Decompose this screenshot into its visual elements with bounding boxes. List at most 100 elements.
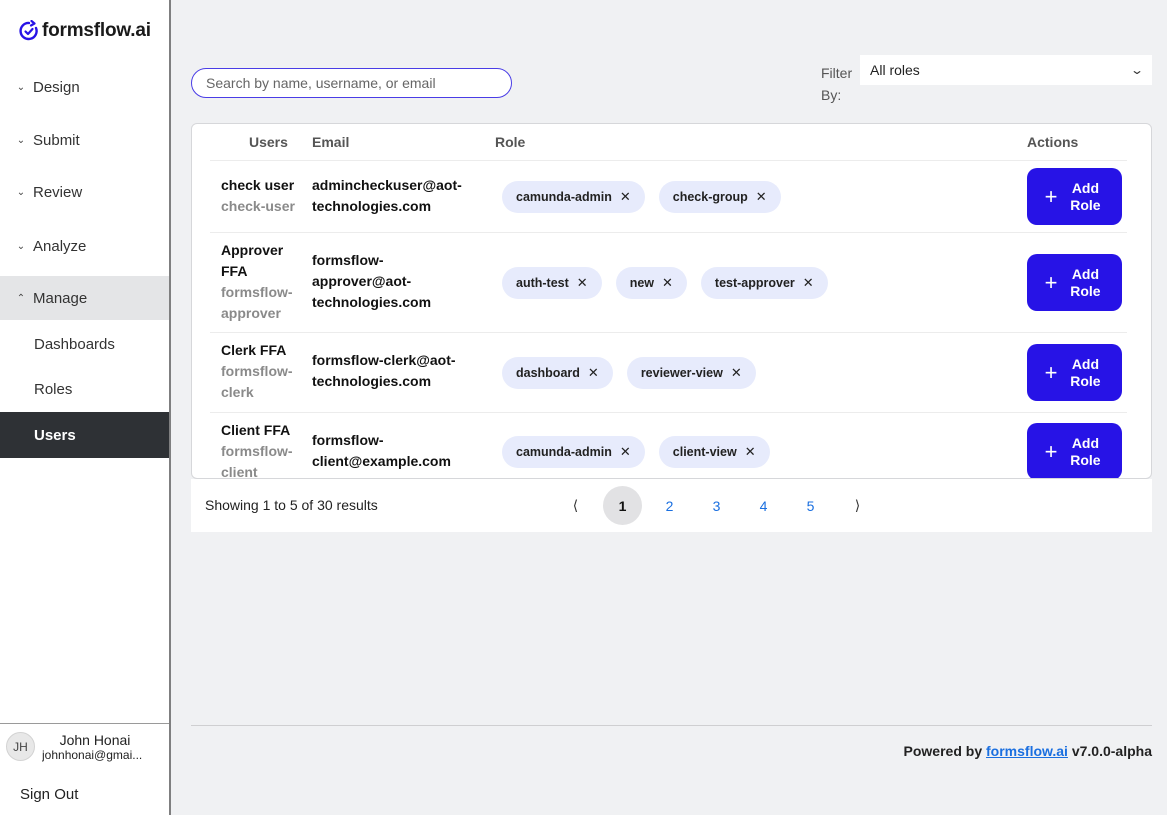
- plus-icon: +: [1044, 183, 1058, 209]
- add-role-label: Add Role: [1070, 355, 1101, 389]
- chevron-down-icon: ⌄: [1129, 63, 1145, 77]
- user-username: formsflow-approver: [221, 284, 293, 321]
- user-profile[interactable]: JH John Honai johnhonai@gmai...: [0, 723, 169, 769]
- user-display-name: check user: [221, 177, 295, 193]
- nav-item-design[interactable]: ⌄ Design: [0, 65, 169, 109]
- plus-icon: +: [1044, 359, 1058, 385]
- sidebar-item-label: Roles: [34, 380, 73, 398]
- role-chips: auth-test ✕ new ✕ test-approver ✕: [502, 267, 828, 299]
- page-button[interactable]: 4: [744, 486, 783, 525]
- close-icon[interactable]: ✕: [803, 275, 814, 291]
- table-row: Approver FFA formsflow-approver formsflo…: [210, 233, 1127, 333]
- user-email-cell: formsflow-clerk@aot-technologies.com: [312, 352, 456, 389]
- role-chip-label: client-view: [672, 445, 737, 459]
- nav-item-manage[interactable]: ⌃ Manage: [0, 276, 169, 320]
- sign-out-link[interactable]: Sign Out: [20, 786, 78, 803]
- role-chip-label: reviewer-view: [640, 366, 723, 380]
- formsflow-logo-icon: [19, 20, 38, 41]
- plus-icon: +: [1044, 269, 1058, 295]
- plus-icon: +: [1044, 438, 1058, 464]
- add-role-button[interactable]: + Add Role: [1027, 254, 1122, 311]
- add-role-button[interactable]: + Add Role: [1027, 423, 1122, 478]
- column-header-email: Email: [312, 134, 350, 150]
- page-button[interactable]: 2: [650, 486, 689, 525]
- user-cell: Approver FFA formsflow-approver: [221, 240, 307, 324]
- user-name: John Honai: [59, 731, 131, 748]
- sidebar-item-label: Dashboards: [34, 335, 115, 353]
- role-chip-label: camunda-admin: [516, 190, 612, 204]
- chevron-up-icon: ⌃: [16, 292, 26, 304]
- column-header-users: Users: [249, 134, 288, 150]
- nav-item-label: Review: [33, 183, 83, 201]
- role-filter-value: All roles: [870, 62, 920, 78]
- role-chip[interactable]: camunda-admin ✕: [502, 181, 645, 213]
- nav-item-label: Design: [33, 78, 80, 96]
- close-icon[interactable]: ✕: [620, 189, 631, 205]
- close-icon[interactable]: ✕: [577, 275, 588, 291]
- powered-by-prefix: Powered by: [903, 743, 983, 759]
- nav-item-label: Analyze: [33, 237, 87, 255]
- formsflow-link[interactable]: formsflow.ai: [986, 743, 1068, 759]
- pagination: ⟨ 1 2 3 4 5 ⟩: [556, 486, 885, 525]
- role-filter-select[interactable]: All roles ⌄: [860, 55, 1152, 85]
- close-icon[interactable]: ✕: [588, 365, 599, 381]
- user-email-cell: formsflow-approver@aot-technologies.com: [312, 252, 432, 310]
- brand-logo[interactable]: formsflow.ai: [19, 20, 151, 42]
- user-email: johnhonai@gmai...: [42, 747, 143, 762]
- search-input[interactable]: [191, 68, 512, 98]
- role-chip-label: test-approver: [714, 276, 795, 290]
- nav-item-submit[interactable]: ⌄ Submit: [0, 118, 169, 162]
- user-display-name: Approver FFA: [221, 242, 284, 279]
- footer-divider: [191, 725, 1152, 726]
- chevron-down-icon: ⌄: [16, 240, 26, 252]
- user-email-cell: admincheckuser@aot-technologies.com: [312, 177, 462, 214]
- role-chip[interactable]: auth-test ✕: [502, 267, 602, 299]
- next-page-button[interactable]: ⟩: [838, 486, 877, 525]
- nav-item-analyze[interactable]: ⌄ Analyze: [0, 224, 169, 268]
- sidebar-item-label: Users: [34, 426, 76, 444]
- page-button[interactable]: 5: [791, 486, 830, 525]
- page-button[interactable]: 3: [697, 486, 736, 525]
- user-display-name: Client FFA: [221, 422, 291, 438]
- add-role-button[interactable]: + Add Role: [1027, 168, 1122, 225]
- avatar: JH: [6, 732, 35, 761]
- user-username: formsflow-client: [221, 443, 293, 479]
- brand-name: formsflow.ai: [42, 20, 151, 41]
- pagination-bar: Showing 1 to 5 of 30 results ⟨ 1 2 3 4 5…: [191, 479, 1152, 532]
- table-row: Clerk FFA formsflow-clerk formsflow-cler…: [210, 333, 1127, 413]
- role-chip[interactable]: dashboard ✕: [502, 357, 613, 389]
- page-button[interactable]: 1: [603, 486, 642, 525]
- chevron-down-icon: ⌄: [16, 186, 26, 198]
- add-role-label: Add Role: [1070, 434, 1101, 468]
- role-chip[interactable]: client-view ✕: [658, 436, 770, 468]
- role-chip[interactable]: test-approver ✕: [700, 267, 828, 299]
- sidebar-item-users[interactable]: Users: [0, 412, 169, 458]
- prev-page-button[interactable]: ⟨: [556, 486, 595, 525]
- results-summary: Showing 1 to 5 of 30 results: [205, 497, 378, 513]
- role-chip-label: check-group: [672, 190, 748, 204]
- close-icon[interactable]: ✕: [662, 275, 673, 291]
- user-display-name: Clerk FFA: [221, 342, 287, 358]
- close-icon[interactable]: ✕: [731, 365, 742, 381]
- add-role-label: Add Role: [1070, 265, 1101, 299]
- role-chip[interactable]: camunda-admin ✕: [502, 436, 645, 468]
- sidebar-item-roles[interactable]: Roles: [0, 366, 169, 412]
- add-role-button[interactable]: + Add Role: [1027, 344, 1122, 401]
- close-icon[interactable]: ✕: [620, 444, 631, 460]
- role-chips: camunda-admin ✕ client-view ✕: [502, 436, 770, 468]
- role-chips: camunda-admin ✕ check-group ✕: [502, 181, 781, 213]
- role-chip-label: camunda-admin: [516, 445, 612, 459]
- nav-item-review[interactable]: ⌄ Review: [0, 170, 169, 214]
- role-chip[interactable]: reviewer-view ✕: [626, 357, 756, 389]
- chevron-down-icon: ⌄: [16, 81, 26, 93]
- sidebar-item-dashboards[interactable]: Dashboards: [0, 321, 169, 367]
- role-chip[interactable]: check-group ✕: [658, 181, 781, 213]
- add-role-label: Add Role: [1070, 179, 1101, 213]
- user-info: John Honai johnhonai@gmai...: [42, 732, 152, 762]
- table-row: check user check-user admincheckuser@aot…: [210, 161, 1127, 233]
- role-chip[interactable]: new ✕: [615, 267, 687, 299]
- close-icon[interactable]: ✕: [756, 189, 767, 205]
- column-header-actions: Actions: [1027, 134, 1079, 150]
- close-icon[interactable]: ✕: [745, 444, 756, 460]
- user-email-cell: formsflow-client@example.com: [312, 432, 451, 469]
